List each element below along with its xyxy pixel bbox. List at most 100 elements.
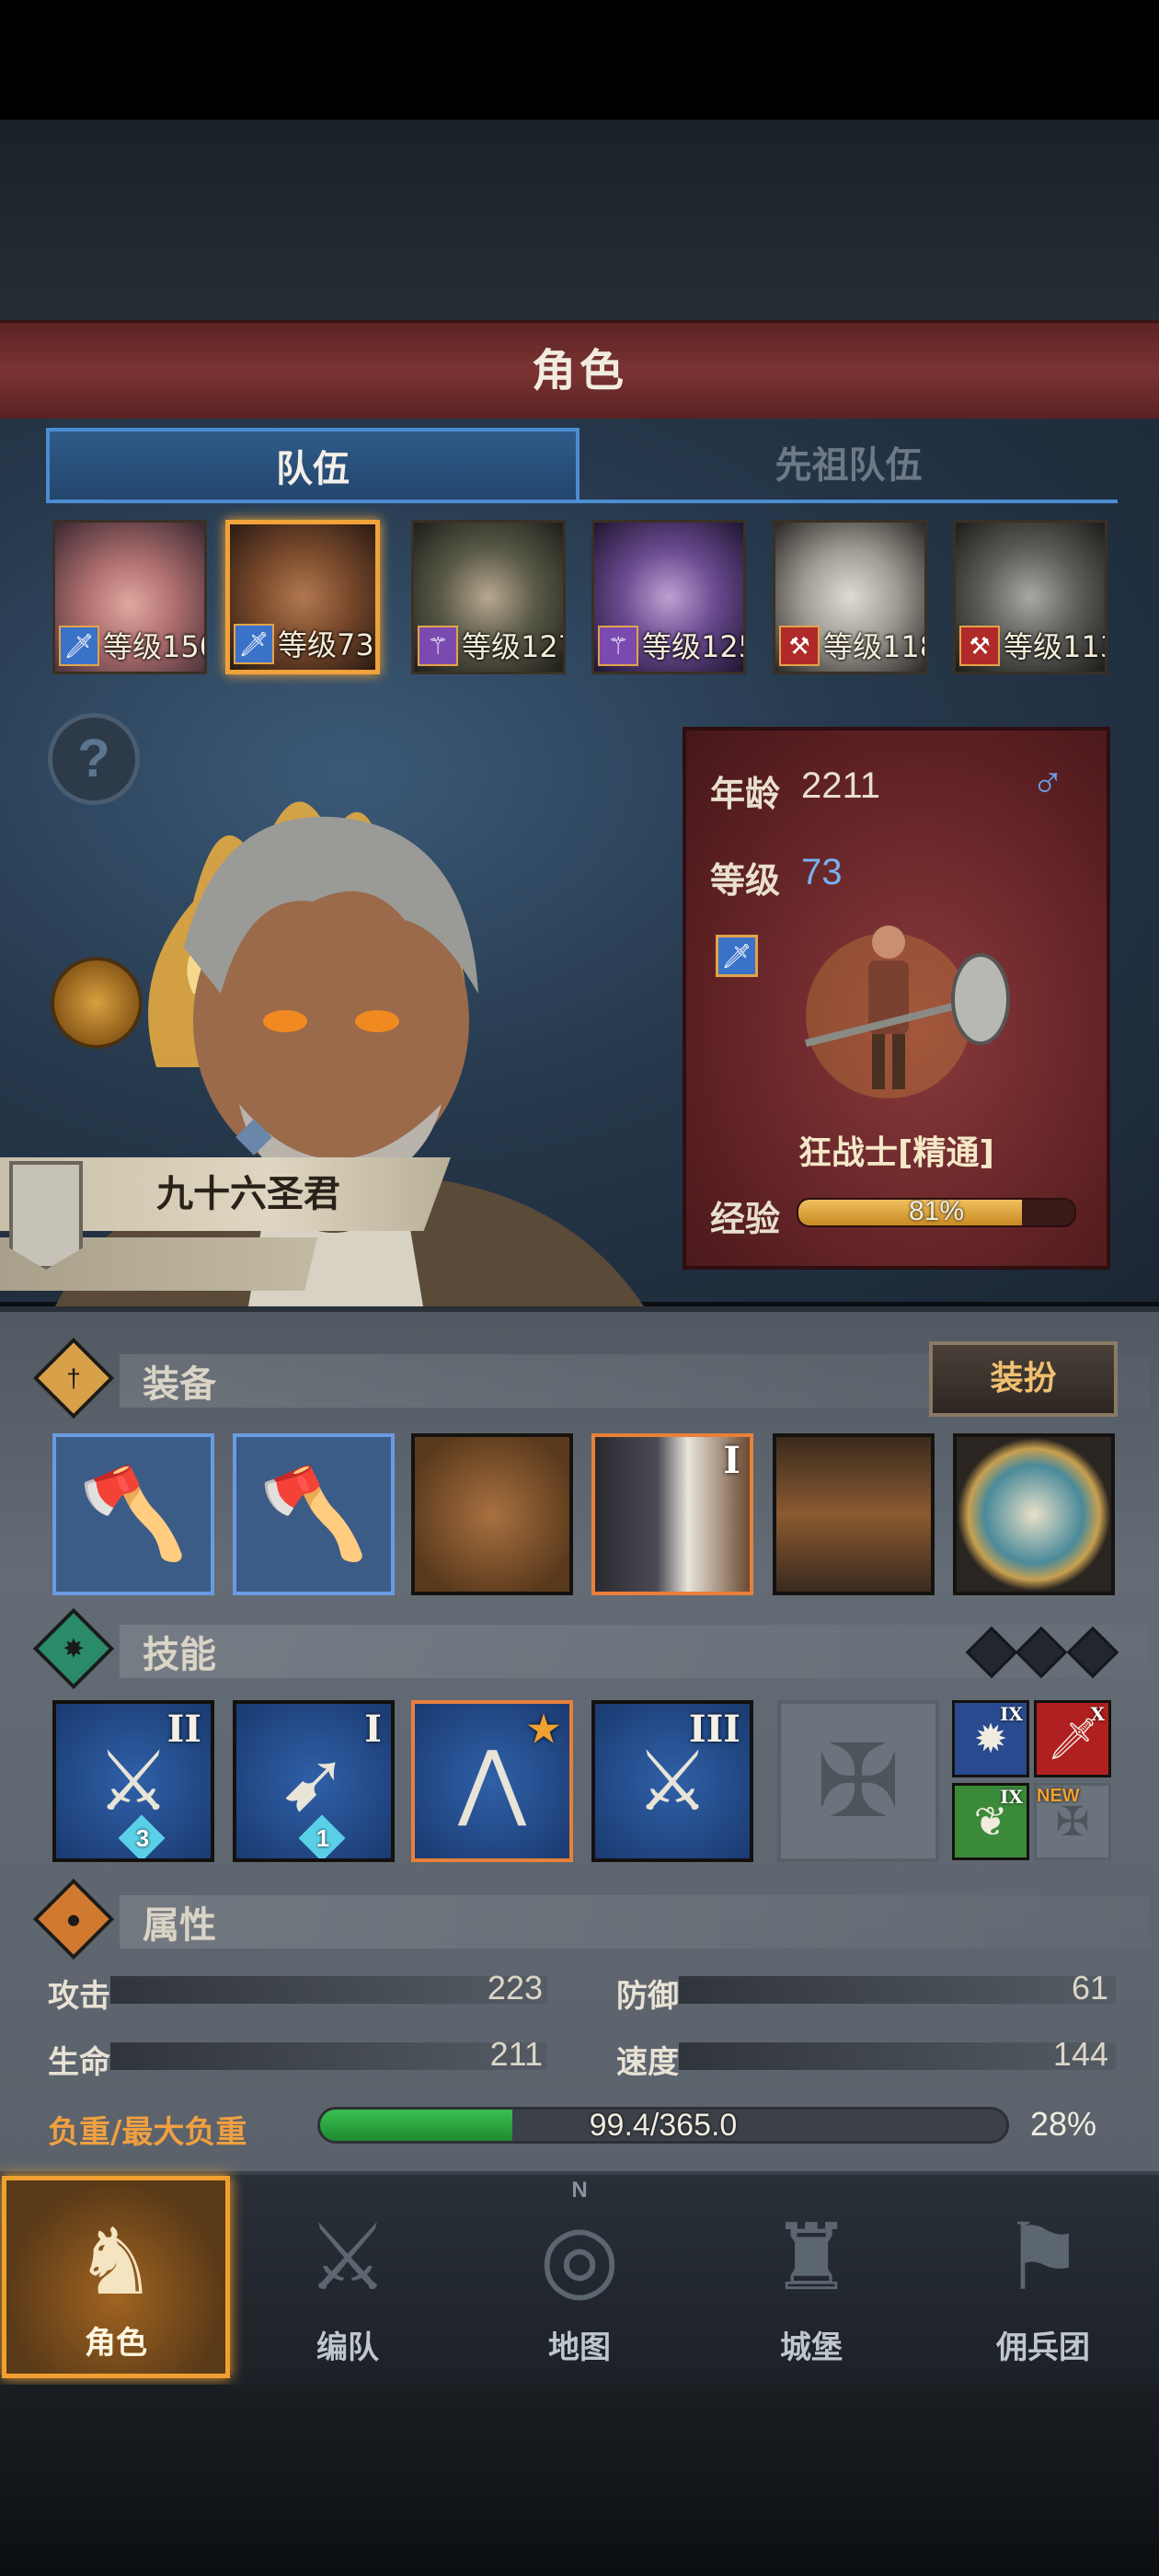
rank-badge: I: [723, 1439, 740, 1482]
male-icon: ♂: [1031, 759, 1064, 808]
level-label: 等级73: [278, 627, 374, 662]
nav-label: 城堡: [780, 2329, 843, 2366]
equip-slot-off-hand[interactable]: 🪓: [233, 1433, 395, 1595]
attributes-header: ● 属性: [32, 1878, 1150, 1961]
sword-class-icon: 🗡: [716, 935, 758, 977]
castle-icon: ♜: [770, 2206, 853, 2309]
mini-skill-3[interactable]: ❦ IX: [952, 1783, 1029, 1860]
hammer-icon: ⚒: [779, 626, 820, 666]
hp-label: 生命: [48, 2044, 110, 2081]
nav-character[interactable]: ♞ 角色: [2, 2176, 230, 2378]
load-text: 99.4/365.0: [589, 2108, 738, 2143]
sword-icon: 🗡: [59, 626, 99, 666]
skill-rank: II: [166, 1708, 201, 1751]
skill-rank: I: [364, 1708, 382, 1751]
tab-ancestor-team[interactable]: 先祖队伍: [580, 428, 1118, 503]
skill-slot-1[interactable]: ⚔ II 3: [52, 1700, 214, 1862]
status-bar-area: [0, 0, 1159, 120]
compass-north: N: [571, 2178, 588, 2202]
nav-label: 佣兵团: [996, 2329, 1090, 2366]
load-percent: 28%: [1030, 2105, 1097, 2143]
equipment-header: † 装备: [32, 1337, 1150, 1420]
nav-formation[interactable]: ⚔ 编队: [234, 2176, 462, 2378]
compass-map-icon: ◎: [539, 2206, 620, 2309]
mini-skill-empty[interactable]: ✠ NEW: [1034, 1783, 1111, 1860]
exp-label: 经验: [710, 1199, 781, 1239]
level-label: 等级: [710, 860, 781, 901]
hp-value: 211: [489, 2035, 543, 2073]
equip-slot-accessory[interactable]: [953, 1433, 1115, 1595]
staff-icon: ⚚: [598, 626, 638, 666]
equip-slot-helmet[interactable]: [411, 1433, 573, 1595]
stats-card: 年龄 2211 ♂ 等级 73 🗡 狂战士[精通] 经验 81%: [683, 727, 1110, 1270]
age-label: 年龄: [710, 774, 781, 814]
exp-bar: 81%: [797, 1198, 1076, 1227]
equip-slot-boots[interactable]: [773, 1433, 935, 1595]
skill-slot-2[interactable]: ➹ I 1: [233, 1700, 395, 1862]
top-backdrop: [0, 120, 1159, 320]
class-name: 狂战士[精通]: [798, 1134, 994, 1172]
star-burst-icon: ✸: [32, 1607, 115, 1690]
sword-icon: 🗡: [234, 624, 274, 664]
battle-axe-icon: 🪓: [78, 1465, 189, 1563]
equip-slot-armor[interactable]: I: [591, 1433, 753, 1595]
nav-castle[interactable]: ♜ 城堡: [697, 2176, 925, 2378]
defense-value: 61: [1071, 1969, 1108, 2007]
load-label: 负重/最大负重: [48, 2114, 247, 2151]
team-member-2[interactable]: 🗡 等级73: [225, 520, 380, 674]
staff-icon: ⚚: [418, 626, 458, 666]
attack-label: 攻击: [48, 1978, 110, 2015]
hammer-icon: ⚒: [959, 626, 1000, 666]
new-badge: NEW: [1037, 1786, 1080, 1806]
age-value: 2211: [801, 765, 881, 806]
nav-label: 地图: [548, 2329, 611, 2366]
gem-count: 3: [135, 1824, 150, 1852]
level-label: 等级127: [462, 629, 566, 664]
nav-mercenary[interactable]: ⚑ 佣兵团: [929, 2176, 1157, 2378]
dagger-icon: †: [32, 1337, 115, 1420]
skill-rank: IX: [1000, 1703, 1023, 1725]
skill-slot-4[interactable]: ⚔ III: [591, 1700, 753, 1862]
gem-count: 1: [316, 1824, 330, 1852]
skills-title: 技能: [143, 1634, 216, 1676]
mini-skill-2[interactable]: 🗡 X: [1034, 1700, 1111, 1777]
medallion-icon: [957, 1437, 1111, 1592]
skill-rank: X: [1090, 1703, 1105, 1725]
berserker-figure: [787, 905, 1027, 1117]
attack-value: 223: [487, 1969, 543, 2007]
mini-skill-1[interactable]: ✹ IX: [952, 1700, 1029, 1777]
team-member-6[interactable]: ⚒ 等级113: [953, 520, 1107, 674]
formation-icon: ⚔: [306, 2206, 389, 2309]
title-bar: 角色: [0, 320, 1159, 421]
nav-map[interactable]: N ◎ 地图: [465, 2176, 694, 2378]
dress-up-button[interactable]: 装扮: [929, 1341, 1118, 1417]
level-label: 等级150: [103, 629, 207, 664]
attributes-title: 属性: [143, 1904, 216, 1947]
page-title: 角色: [531, 345, 627, 397]
skill-rank: IX: [1000, 1786, 1023, 1808]
team-member-5[interactable]: ⚒ 等级118: [773, 520, 927, 674]
team-member-1[interactable]: 🗡 等级150: [52, 520, 207, 674]
skill-slot-3[interactable]: ⋀ ★: [411, 1700, 573, 1862]
section-bar: [120, 1895, 1150, 1949]
bottom-backdrop: [0, 2385, 1159, 2576]
team-member-4[interactable]: ⚚ 等级125: [591, 520, 746, 674]
tab-team[interactable]: 队伍: [46, 428, 580, 503]
equipment-title: 装备: [143, 1363, 216, 1406]
level-label: 等级113: [1004, 629, 1107, 664]
speed-label: 速度: [616, 2044, 679, 2081]
knight-icon: ♞: [75, 2211, 157, 2314]
equip-slot-main-hand[interactable]: 🪓: [52, 1433, 214, 1595]
empty-skill-slot[interactable]: ✠: [777, 1700, 939, 1862]
nav-label: 角色: [85, 2325, 147, 2362]
load-bar: 99.4/365.0: [317, 2107, 1009, 2144]
defense-label: 防御: [616, 1978, 679, 2015]
helmet-icon: [415, 1437, 569, 1592]
character-name: 九十六圣君: [156, 1173, 340, 1215]
team-member-3[interactable]: ⚚ 等级127: [411, 520, 566, 674]
exp-text: 81%: [908, 1198, 965, 1226]
battle-axe-icon: 🪓: [258, 1465, 369, 1563]
skill-rank: III: [688, 1708, 740, 1751]
level-label: 等级125: [642, 629, 746, 664]
figure-icon: ●: [32, 1878, 115, 1961]
